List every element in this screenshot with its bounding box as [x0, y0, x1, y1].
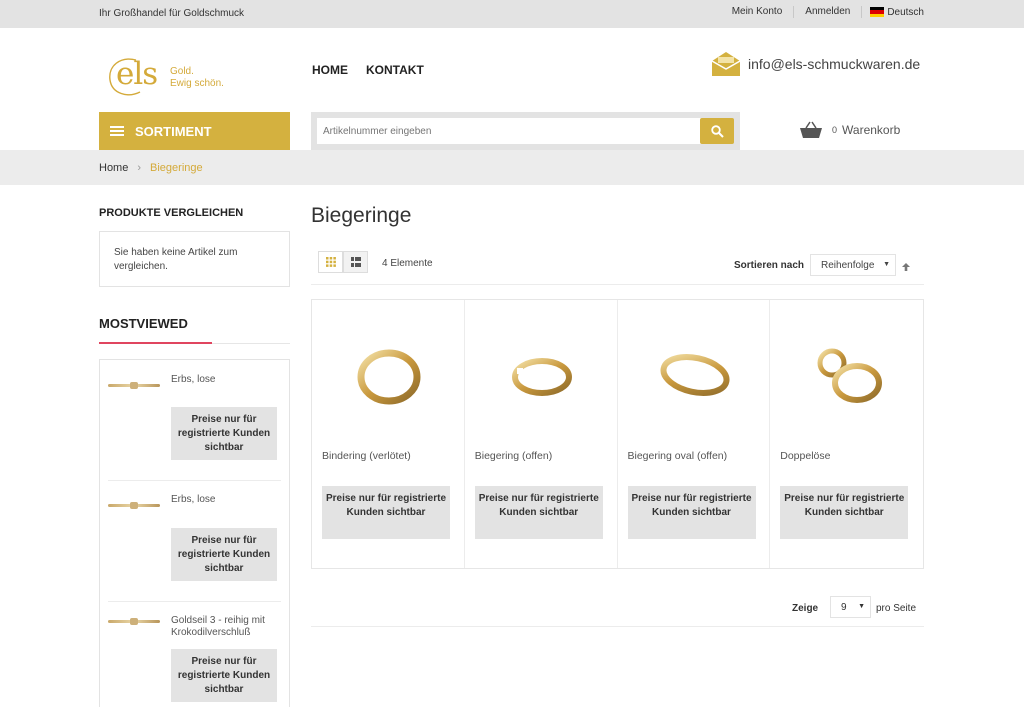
- german-flag-icon: [870, 7, 885, 17]
- per-page-select[interactable]: 9 ▼: [830, 596, 871, 618]
- nav-kontakt[interactable]: KONTAKT: [366, 63, 424, 77]
- compare-box: Sie haben keine Artikel zum vergleichen.: [99, 231, 290, 287]
- product-toolbar: 4 Elemente Sortieren nach Reihenfolge ▼: [311, 251, 924, 285]
- list-divider: [108, 480, 281, 481]
- product-card: Bindering (verlötet) Preise nur für regi…: [312, 300, 465, 568]
- email-address: info@els-schmuckwaren.de: [748, 56, 921, 72]
- main-nav: HOME KONTAKT: [312, 63, 442, 77]
- email-contact[interactable]: info@els-schmuckwaren.de: [712, 52, 920, 76]
- sort-direction-button[interactable]: [901, 259, 911, 277]
- search-icon: [710, 124, 724, 138]
- product-name[interactable]: Biegering (offen): [475, 450, 552, 462]
- logo-tag-line1: Gold.: [170, 66, 194, 77]
- product-image[interactable]: [650, 335, 740, 415]
- price-login-button[interactable]: Preise nur für registrierte Kunden sicht…: [627, 486, 756, 539]
- grid-icon: [325, 257, 336, 267]
- nav-home[interactable]: HOME: [312, 63, 348, 77]
- product-name[interactable]: Erbs, lose: [171, 374, 283, 386]
- menu-icon: [110, 126, 124, 136]
- login-link[interactable]: Anmelden: [794, 6, 863, 18]
- mostviewed-underline: [99, 342, 212, 344]
- sort-value: Reihenfolge: [821, 260, 875, 271]
- product-image[interactable]: [497, 335, 587, 415]
- pagination-bar: Zeige 9 ▼ pro Seite: [311, 596, 924, 627]
- price-login-button[interactable]: Preise nur für registrierte Kunden sicht…: [171, 407, 277, 460]
- compare-heading: PRODUKTE VERGLEICHEN: [99, 207, 244, 219]
- price-login-button[interactable]: Preise nur für registrierte Kunden sicht…: [780, 486, 909, 539]
- basket-icon: [800, 121, 822, 138]
- price-login-button[interactable]: Preise nur für registrierte Kunden sicht…: [322, 486, 450, 539]
- language-switcher[interactable]: Deutsch: [862, 7, 924, 18]
- product-image[interactable]: [344, 335, 434, 415]
- product-card: Biegering (offen) Preise nur für registr…: [465, 300, 618, 568]
- logo-tag-line2: Ewig schön.: [170, 78, 224, 89]
- show-label: Zeige: [792, 603, 819, 614]
- per-page-label: pro Seite: [876, 603, 917, 614]
- product-thumbnail[interactable]: [108, 502, 160, 509]
- mostviewed-divider: [212, 343, 290, 344]
- breadcrumb-current: Biegeringe: [150, 162, 203, 174]
- sort-select[interactable]: Reihenfolge ▼: [810, 254, 896, 276]
- mostviewed-heading: MOSTVIEWED: [99, 316, 188, 331]
- grid-view-button[interactable]: [318, 251, 343, 273]
- product-name[interactable]: Bindering (verlötet): [322, 450, 411, 462]
- price-login-button[interactable]: Preise nur für registrierte Kunden sicht…: [474, 486, 603, 539]
- page-title: Biegeringe: [311, 204, 412, 227]
- price-login-button[interactable]: Preise nur für registrierte Kunden sicht…: [171, 649, 277, 702]
- cart-label: Warenkorb: [842, 123, 901, 137]
- product-name[interactable]: Erbs, lose: [171, 494, 283, 506]
- product-thumbnail[interactable]: [108, 618, 160, 625]
- list-divider: [108, 601, 281, 602]
- product-grid: Bindering (verlötet) Preise nur für regi…: [311, 299, 924, 569]
- logo-text: els: [116, 56, 158, 92]
- breadcrumb-separator: ›: [137, 162, 142, 174]
- top-links: Mein Konto Anmelden Deutsch: [721, 6, 924, 18]
- top-bar: Ihr Großhandel für Goldschmuck Mein Kont…: [0, 0, 1024, 28]
- site-logo[interactable]: els Gold. Ewig schön.: [106, 54, 236, 100]
- sortiment-label: SORTIMENT: [135, 123, 212, 139]
- breadcrumb: Home › Biegeringe: [0, 150, 1024, 185]
- logo-tagline: Gold. Ewig schön.: [170, 66, 224, 90]
- envelope-icon: [712, 52, 740, 76]
- mostviewed-list: Erbs, lose Preise nur für registrierte K…: [99, 359, 290, 707]
- product-name[interactable]: Goldseil 3 - reihig mit Krokodilverschlu…: [171, 615, 283, 639]
- product-card: Doppelöse Preise nur für registrierte Ku…: [770, 300, 923, 568]
- search-input[interactable]: [317, 118, 705, 144]
- per-page-value: 9: [841, 602, 847, 613]
- sort-label: Sortieren nach: [734, 260, 805, 271]
- my-account-link[interactable]: Mein Konto: [721, 6, 795, 18]
- product-card: Biegering oval (offen) Preise nur für re…: [618, 300, 771, 568]
- tagline: Ihr Großhandel für Goldschmuck: [99, 8, 245, 19]
- item-count: 4 Elemente: [382, 258, 433, 269]
- breadcrumb-home[interactable]: Home: [99, 162, 128, 174]
- chevron-down-icon: ▼: [858, 603, 865, 610]
- sortiment-menu-button[interactable]: SORTIMENT: [99, 112, 290, 150]
- list-icon: [350, 257, 361, 267]
- cart-count: 0: [832, 125, 838, 135]
- product-thumbnail[interactable]: [108, 382, 160, 389]
- arrow-up-icon: [902, 263, 910, 271]
- compare-text: Sie haben keine Artikel zum vergleichen.: [114, 247, 238, 272]
- chevron-down-icon: ▼: [883, 261, 890, 268]
- product-name[interactable]: Doppelöse: [780, 450, 830, 462]
- price-login-button[interactable]: Preise nur für registrierte Kunden sicht…: [171, 528, 277, 581]
- product-name[interactable]: Biegering oval (offen): [628, 450, 728, 462]
- product-image[interactable]: [802, 335, 892, 415]
- cart-link[interactable]: 0 Warenkorb: [800, 121, 900, 139]
- list-view-button[interactable]: [343, 251, 368, 273]
- search-bar: [311, 112, 740, 150]
- language-label: Deutsch: [887, 6, 924, 18]
- search-button[interactable]: [700, 118, 734, 144]
